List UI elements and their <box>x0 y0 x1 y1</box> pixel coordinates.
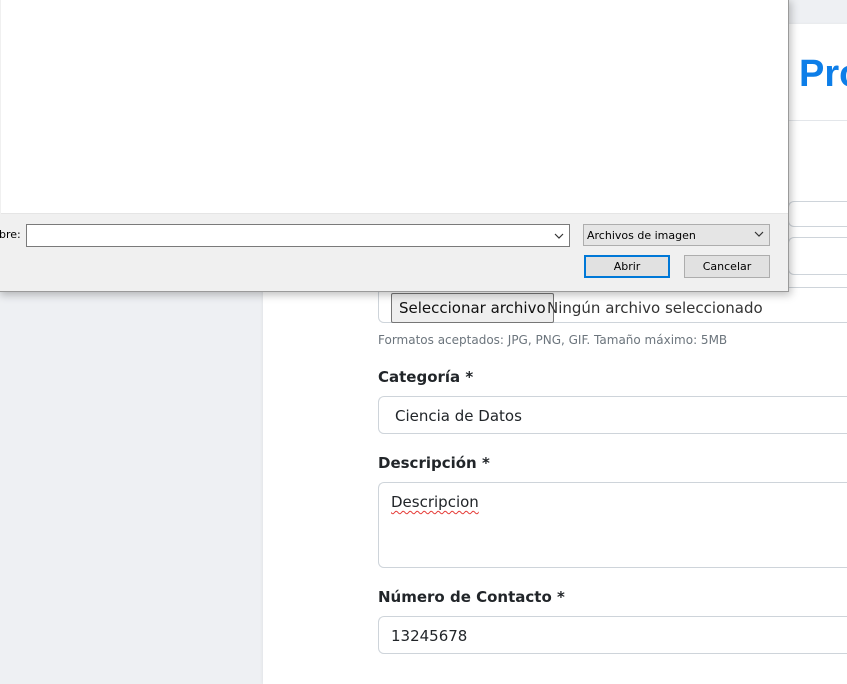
description-textarea[interactable]: Descripcion <box>378 482 847 568</box>
category-select[interactable]: Ciencia de Datos <box>378 396 847 434</box>
chevron-down-icon[interactable] <box>553 230 565 242</box>
file-help-text: Formatos aceptados: JPG, PNG, GIF. Tamañ… <box>378 333 728 347</box>
filetype-select[interactable]: Archivos de imagen <box>583 224 770 246</box>
contact-input[interactable]: 13245678 <box>378 616 847 654</box>
filename-combobox[interactable] <box>26 224 570 247</box>
filetype-value: Archivos de imagen <box>587 229 696 242</box>
contact-label: Número de Contacto * <box>378 588 565 606</box>
file-status-text: Ningún archivo seleccionado <box>547 299 763 317</box>
category-value: Ciencia de Datos <box>395 407 522 425</box>
open-button[interactable]: Abrir <box>584 255 670 278</box>
description-label: Descripción * <box>378 454 490 472</box>
title-divider <box>788 120 847 121</box>
category-label: Categoría * <box>378 368 474 386</box>
file-open-dialog: bre: Archivos de imagen Abrir Cancelar <box>0 0 789 292</box>
chevron-down-icon[interactable] <box>753 228 765 240</box>
page-title: Pro <box>799 53 847 95</box>
image-file-input[interactable]: Seleccionar archivo Ningún archivo selec… <box>378 287 847 323</box>
filename-label: bre: <box>0 228 21 241</box>
cancel-button[interactable]: Cancelar <box>684 255 770 278</box>
contact-value: 13245678 <box>391 627 468 645</box>
hidden-field-edge <box>788 237 847 275</box>
select-file-button[interactable]: Seleccionar archivo <box>391 293 554 323</box>
file-list-pane[interactable] <box>1 0 788 214</box>
hidden-field-edge <box>788 201 847 227</box>
description-value: Descripcion <box>391 493 479 511</box>
